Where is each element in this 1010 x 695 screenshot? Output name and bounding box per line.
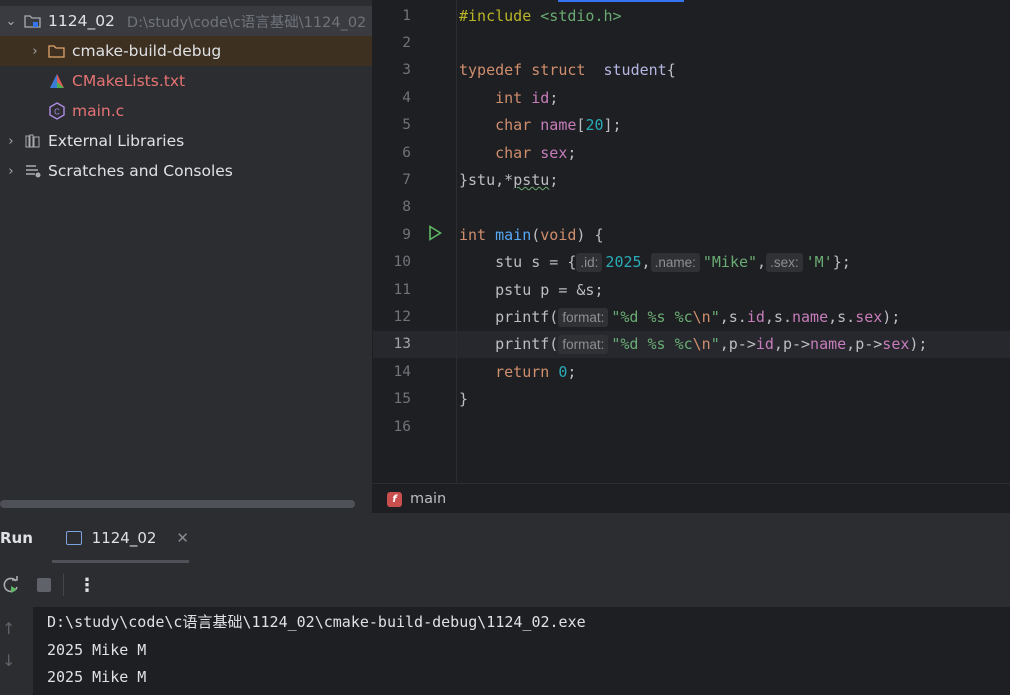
- tree-item-label: External Libraries: [48, 132, 185, 150]
- run-toolbar: ⋮: [0, 563, 1010, 607]
- toolbar-separator: [63, 574, 64, 596]
- code-line-current[interactable]: 13 printf(format: "%d %s %c\n",p->id,p->n…: [373, 330, 1010, 359]
- tree-root[interactable]: ⌄ 1124_02 D:\study\code\c语言基础\1124_02: [0, 6, 372, 36]
- scratches-icon: [24, 162, 42, 180]
- tree-item-label: Scratches and Consoles: [48, 162, 233, 180]
- inlay-hint: .id:: [576, 252, 603, 272]
- scroll-marker: [558, 0, 684, 2]
- line-number: 16: [393, 418, 411, 435]
- code-line[interactable]: 11 pstu p = &s;: [373, 276, 1010, 303]
- code-line[interactable]: 3 typedef struct student{: [373, 57, 1010, 84]
- code-line[interactable]: 4 int id;: [373, 84, 1010, 111]
- line-number: 14: [393, 363, 411, 380]
- tree-item-cmakelists[interactable]: CMakeLists.txt: [0, 66, 372, 96]
- library-icon: [24, 132, 42, 150]
- tree-item-external-libraries[interactable]: › External Libraries: [0, 126, 372, 156]
- code-line[interactable]: 5 char name[20];: [373, 112, 1010, 139]
- line-number: 2: [402, 35, 411, 52]
- console-line: 2025 Mike M: [47, 668, 147, 686]
- chevron-down-icon[interactable]: ⌄: [4, 14, 18, 29]
- line-number: 13: [393, 336, 411, 353]
- gutter-divider: [456, 0, 457, 483]
- breadcrumb-function[interactable]: main: [410, 491, 446, 507]
- code-line[interactable]: 2: [373, 29, 1010, 56]
- inlay-hint: format:: [558, 307, 609, 327]
- line-number: 6: [402, 144, 411, 161]
- code-line[interactable]: 15 }: [373, 386, 1010, 413]
- code-line[interactable]: 14 return 0;: [373, 358, 1010, 385]
- inlay-hint: .name:: [650, 252, 700, 272]
- tree-item-scratches[interactable]: › Scratches and Consoles: [0, 156, 372, 186]
- console-line: 2025 Mike M: [47, 640, 147, 659]
- c-file-icon: C: [48, 102, 66, 120]
- line-number: 4: [402, 89, 411, 106]
- root-path: D:\study\code\c语言基础\1124_02: [126, 14, 367, 31]
- chevron-right-icon[interactable]: ›: [4, 134, 18, 149]
- tree-item-label: cmake-build-debug: [72, 42, 222, 60]
- line-number: 15: [393, 391, 411, 408]
- code-line[interactable]: 1 #include <stdio.h>: [373, 2, 1010, 29]
- code-line[interactable]: 9 int main(void) {: [373, 221, 1010, 248]
- code-line[interactable]: 16: [373, 413, 1010, 440]
- rerun-icon[interactable]: [2, 576, 20, 594]
- arrow-down-icon[interactable]: ↓: [2, 651, 15, 670]
- breadcrumb[interactable]: f main: [373, 483, 1010, 514]
- line-number: 12: [393, 309, 411, 326]
- close-icon[interactable]: ✕: [176, 529, 189, 547]
- run-tab-label: 1124_02: [91, 529, 157, 547]
- console-output[interactable]: D:\study\code\c语言基础\1124_02\cmake-build-…: [33, 607, 1010, 695]
- run-gutter-icon[interactable]: [428, 224, 443, 245]
- function-icon: f: [387, 491, 402, 507]
- line-number: 9: [402, 226, 411, 243]
- run-panel-title: Run: [0, 529, 33, 547]
- code-editor[interactable]: 1 #include <stdio.h> 2 3 typedef struct …: [373, 0, 1010, 483]
- tree-item-main-c[interactable]: C main.c: [0, 96, 372, 126]
- tree-item-label: main.c: [72, 102, 125, 120]
- project-tree: ⌄ 1124_02 D:\study\code\c语言基础\1124_02 › …: [0, 0, 372, 513]
- inlay-hint: .sex:: [766, 252, 803, 272]
- svg-text:C: C: [54, 108, 60, 117]
- code-line[interactable]: 8: [373, 194, 1010, 221]
- tree-item-cmake-build-debug[interactable]: › cmake-build-debug: [0, 36, 372, 66]
- code-line[interactable]: 6 char sex;: [373, 139, 1010, 166]
- code-line[interactable]: 7 }stu,*pstu;: [373, 166, 1010, 193]
- run-tab[interactable]: 1124_02 ✕: [52, 513, 189, 563]
- inlay-hint: format:: [558, 334, 609, 354]
- root-name: 1124_02: [48, 12, 115, 30]
- code-line[interactable]: 10 stu s = {.id: 2025, .name: "Mike", .sex: '…: [373, 249, 1010, 276]
- tree-item-label: CMakeLists.txt: [72, 72, 186, 90]
- console-side-toolbar: ↑ ↓: [0, 607, 33, 695]
- chevron-right-icon[interactable]: ›: [4, 164, 18, 179]
- console-window-icon: [66, 531, 82, 545]
- line-number: 8: [402, 199, 411, 216]
- cmake-icon: [48, 72, 66, 90]
- line-number: 11: [393, 281, 411, 298]
- chevron-right-icon[interactable]: ›: [28, 44, 42, 59]
- module-folder-icon: [24, 12, 42, 30]
- line-number: 5: [402, 117, 411, 134]
- code-line[interactable]: 12 printf(format: "%d %s %c\n",s.id,s.nam…: [373, 303, 1010, 330]
- more-options-icon[interactable]: ⋮: [78, 575, 96, 596]
- line-number: 7: [402, 172, 411, 189]
- stop-icon[interactable]: [37, 578, 51, 592]
- arrow-up-icon[interactable]: ↑: [2, 619, 15, 638]
- line-number: 1: [402, 7, 411, 24]
- folder-icon: [48, 42, 66, 60]
- line-number: 3: [402, 62, 411, 79]
- console-line: D:\study\code\c语言基础\1124_02\cmake-build-…: [47, 613, 586, 631]
- horizontal-scrollbar[interactable]: [0, 500, 355, 508]
- line-number: 10: [393, 254, 411, 271]
